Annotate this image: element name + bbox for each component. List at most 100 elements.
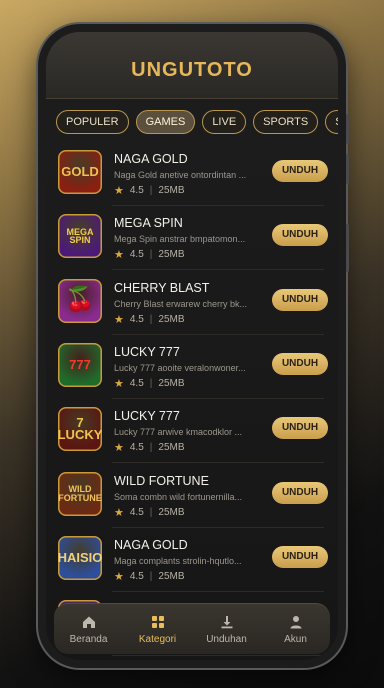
game-meta: ★ 4.5 | 25MB — [114, 377, 185, 390]
game-list-item[interactable]: 7 LUCKY LUCKY 777 Lucky 777 arwive kmacodk… — [46, 399, 338, 464]
nav-label: Unduhan — [206, 633, 247, 645]
star-icon: ★ — [114, 313, 124, 326]
game-rating: 4.5 — [129, 313, 144, 325]
meta-separator: | — [149, 506, 153, 518]
game-rating: 4.5 — [129, 377, 144, 389]
tab-populer[interactable]: POPULER — [56, 110, 129, 134]
game-meta: ★ 4.5 | 25MB — [114, 184, 185, 197]
download-button[interactable]: UNDUH — [272, 352, 328, 375]
nav-item-unduhan[interactable]: Unduhan — [192, 604, 261, 654]
game-size: 25MB — [158, 185, 185, 196]
game-rating: 4.5 — [129, 506, 144, 518]
game-thumbnail[interactable]: 🍒 — [58, 278, 102, 323]
game-rating: 4.5 — [129, 442, 144, 454]
meta-separator: | — [149, 313, 153, 325]
tab-sports[interactable]: SPORTS — [253, 110, 319, 134]
game-list-item[interactable]: GOLD NAGA GOLD Naga Gold anetive ontordint… — [46, 142, 338, 206]
game-meta: ★ 4.5 | 25MB — [114, 441, 185, 454]
game-thumbnail[interactable]: 7 LUCKY — [58, 407, 102, 452]
download-button[interactable]: UNDUH — [272, 160, 328, 182]
nav-label: Beranda — [69, 633, 108, 645]
game-title: MEGA SPIN — [114, 216, 183, 231]
download-button[interactable]: UNDUH — [272, 481, 328, 504]
game-thumbnail-text: WILD FORTUNE — [58, 483, 102, 503]
game-list-item[interactable]: WILD FORTUNE WILD FORTUNE Soma combn wild … — [46, 464, 338, 528]
game-thumbnail[interactable]: GOLD — [58, 150, 102, 194]
game-title: LUCKY 777 — [114, 344, 180, 359]
game-title: WILD FORTUNE — [114, 473, 209, 488]
download-button[interactable]: UNDUH — [272, 545, 328, 568]
user-icon — [290, 615, 301, 628]
game-size: 25MB — [158, 442, 185, 454]
download-button[interactable]: UNDUH — [272, 288, 328, 311]
nav-item-akun[interactable]: Akun — [261, 604, 330, 654]
nav-item-beranda[interactable]: Beranda — [54, 604, 123, 654]
game-list-item[interactable]: 🍒 CHERRY BLAST Cherry Blast erwarew cherry… — [46, 271, 338, 335]
tab-live[interactable]: LIVE — [202, 110, 247, 134]
star-icon: ★ — [114, 377, 124, 390]
game-thumbnail-text: 7 LUCKY — [58, 414, 102, 443]
game-rating: 4.5 — [129, 249, 144, 261]
game-list-item[interactable]: HAISIO NAGA GOLD Maga complants strolin-hq… — [46, 528, 338, 592]
home-icon — [82, 616, 95, 628]
nav-label: Kategori — [138, 633, 177, 645]
game-meta: ★ 4.5 | 25MB — [114, 313, 185, 326]
download-button[interactable]: UNDUH — [272, 224, 328, 247]
game-title: NAGA GOLD — [114, 537, 188, 552]
game-size: 25MB — [158, 377, 185, 389]
game-size: 25MB — [158, 313, 185, 325]
game-title: CHERRY BLAST — [114, 280, 210, 295]
download-button[interactable]: UNDUH — [272, 417, 328, 440]
game-description: Maga complants strolin-hqutlo... — [114, 555, 242, 566]
star-icon: ★ — [114, 570, 124, 583]
game-rating: 4.5 — [129, 570, 144, 582]
game-thumbnail[interactable]: 777 — [58, 342, 102, 387]
game-description: Soma combn wild fortunernilla... — [114, 491, 243, 502]
meta-separator: | — [149, 442, 153, 454]
app-title: UNGUTOTO — [131, 58, 253, 81]
app-screen: UNGUTOTO POPULERGAMESLIVESPORTS SLOTS GOL… — [46, 32, 338, 660]
game-description: Lucky 777 arwive kmacodklor ... — [114, 427, 243, 438]
game-description: Naga Gold anetive ontordintan ... — [114, 170, 247, 180]
star-icon: ★ — [114, 442, 124, 455]
game-description: Cherry Blast erwarew cherry bk... — [114, 298, 248, 309]
bottom-navigation: Beranda Kategori Unduhan Akun — [54, 603, 330, 654]
game-size: 25MB — [158, 506, 185, 518]
game-thumbnail-text: 🍒 — [65, 286, 95, 314]
game-thumbnail[interactable]: HAISIO — [58, 535, 102, 580]
star-icon: ★ — [114, 185, 124, 197]
game-thumbnail-text: GOLD — [61, 163, 99, 179]
game-thumbnail-text: HAISIO — [58, 549, 102, 565]
volume-down-button — [346, 154, 349, 184]
meta-separator: | — [149, 249, 153, 261]
game-list-item[interactable]: MEGA SPIN MEGA SPIN Mega Spin anstrar bmpa… — [46, 206, 338, 271]
game-meta: ★ 4.5 | 25MB — [114, 248, 185, 261]
phone-frame: UNGUTOTO POPULERGAMESLIVESPORTS SLOTS GOL… — [38, 24, 349, 668]
game-list-item[interactable]: 777 LUCKY 777 Lucky 777 aooite veralonwone… — [46, 335, 338, 399]
nav-item-kategori[interactable]: Kategori — [123, 604, 192, 654]
game-meta: ★ 4.5 | 25MB — [114, 506, 185, 519]
game-thumbnail[interactable]: MEGA SPIN — [58, 214, 102, 259]
game-meta: ★ 4.5 | 25MB — [114, 570, 185, 583]
meta-separator: | — [149, 570, 153, 582]
download-icon — [221, 615, 232, 628]
tab-slots[interactable]: SLOTS — [325, 110, 338, 134]
game-description: Lucky 777 aooite veralonwoner... — [114, 362, 246, 373]
game-rating: 4.5 — [129, 185, 144, 196]
power-button — [346, 224, 349, 272]
star-icon: ★ — [114, 249, 124, 262]
grid-icon — [151, 615, 164, 628]
nav-label: Akun — [284, 633, 307, 645]
game-description: Mega Spin anstrar bmpatomon... — [114, 234, 246, 245]
game-size: 25MB — [158, 249, 185, 261]
star-icon: ★ — [114, 506, 124, 519]
game-thumbnail-text: MEGA SPIN — [66, 226, 94, 246]
category-tabs: POPULERGAMESLIVESPORTS SLOTS — [56, 110, 338, 136]
game-title: LUCKY 777 — [114, 409, 180, 424]
meta-separator: | — [149, 185, 153, 196]
game-thumbnail[interactable]: WILD FORTUNE — [58, 471, 102, 516]
volume-up-button — [346, 114, 349, 144]
game-thumbnail-text: 777 — [69, 356, 91, 372]
game-title: NAGA GOLD — [114, 152, 188, 166]
tab-games[interactable]: GAMES — [135, 110, 196, 134]
